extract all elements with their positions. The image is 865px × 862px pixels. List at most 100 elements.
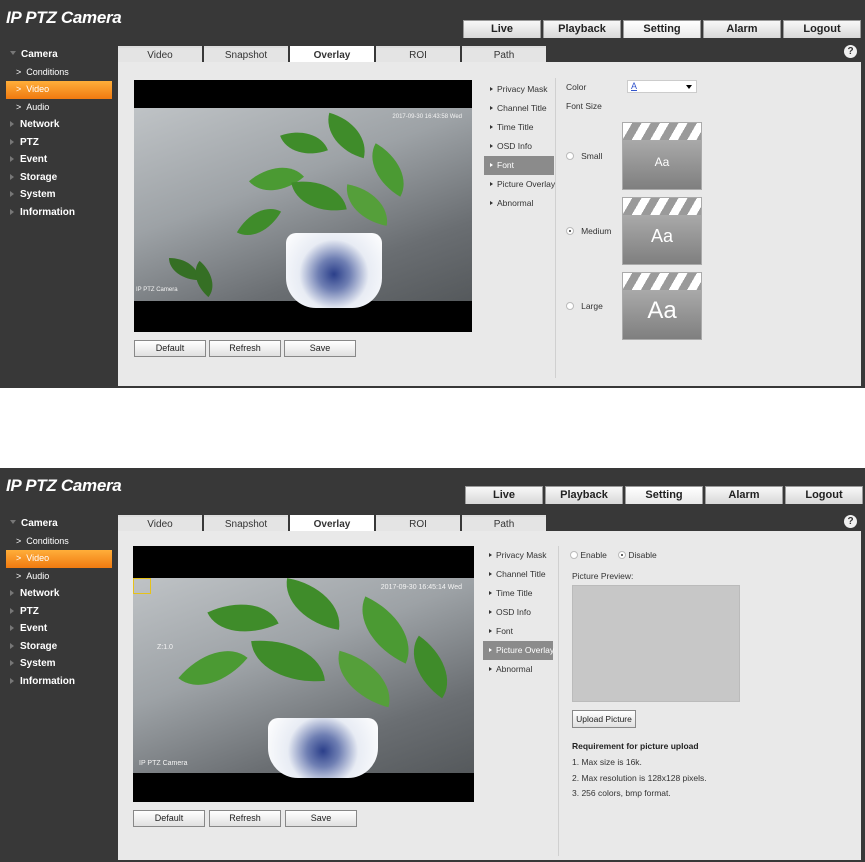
radio-disable[interactable] bbox=[618, 551, 626, 559]
menu-channel-title[interactable]: Channel Title bbox=[483, 565, 553, 584]
nav-playback[interactable]: Playback bbox=[543, 20, 621, 38]
color-value: A bbox=[631, 81, 638, 91]
tab-roi[interactable]: ROI bbox=[376, 46, 460, 62]
sidebar: Camera > Conditions > Video > Audio Network… bbox=[6, 46, 118, 221]
sidebar-item-information[interactable]: Information bbox=[6, 673, 118, 691]
sidebar-item-information[interactable]: Information bbox=[6, 204, 118, 222]
menu-abnormal[interactable]: Abnormal bbox=[484, 194, 554, 213]
sidebar-item-camera[interactable]: Camera bbox=[6, 515, 118, 533]
arrow-right-icon bbox=[490, 163, 493, 167]
sidebar-item-storage[interactable]: Storage bbox=[6, 169, 118, 187]
expand-icon bbox=[10, 208, 14, 215]
arrow-right-icon bbox=[490, 144, 493, 148]
sidebar-item-video[interactable]: > Video bbox=[6, 81, 112, 99]
sidebar-item-ptz[interactable]: PTZ bbox=[6, 134, 118, 152]
sidebar-item-conditions[interactable]: > Conditions bbox=[6, 533, 118, 551]
overlay-picture-box[interactable] bbox=[133, 578, 151, 594]
refresh-button[interactable]: Refresh bbox=[209, 340, 281, 357]
disable-option[interactable]: Disable bbox=[618, 550, 657, 560]
requirement-item: 2. Max resolution is 128x128 pixels. bbox=[572, 773, 707, 783]
save-button[interactable]: Save bbox=[284, 340, 356, 357]
video-preview[interactable]: 2017-09-30 16:45:14 Wed Z:1.0 IP PTZ Cam… bbox=[133, 546, 474, 802]
top-nav: Live Playback Setting Alarm Logout bbox=[463, 20, 863, 38]
default-button[interactable]: Default bbox=[134, 340, 206, 357]
save-button[interactable]: Save bbox=[285, 810, 357, 827]
menu-privacy-mask[interactable]: Privacy Mask bbox=[484, 80, 554, 99]
nav-playback[interactable]: Playback bbox=[545, 486, 623, 504]
tab-snapshot[interactable]: Snapshot bbox=[204, 515, 288, 531]
sidebar-item-storage[interactable]: Storage bbox=[6, 638, 118, 656]
size-small-option[interactable]: Small bbox=[566, 151, 602, 161]
sidebar-item-network[interactable]: Network bbox=[6, 585, 118, 603]
arrow-right-icon bbox=[489, 553, 492, 557]
sidebar-item-event[interactable]: Event bbox=[6, 151, 118, 169]
upload-picture-button[interactable]: Upload Picture bbox=[572, 710, 636, 728]
nav-live[interactable]: Live bbox=[465, 486, 543, 504]
expand-icon bbox=[10, 642, 14, 649]
tab-overlay[interactable]: Overlay bbox=[290, 46, 374, 62]
help-icon[interactable]: ? bbox=[844, 45, 857, 58]
sidebar-item-network[interactable]: Network bbox=[6, 116, 118, 134]
menu-osd-info[interactable]: OSD Info bbox=[484, 137, 554, 156]
tab-bar: Video Snapshot Overlay ROI Path bbox=[118, 46, 548, 62]
arrow-right-icon bbox=[489, 591, 492, 595]
tab-path[interactable]: Path bbox=[462, 515, 546, 531]
chevron-right-icon: > bbox=[16, 101, 22, 112]
nav-logout[interactable]: Logout bbox=[785, 486, 863, 504]
menu-channel-title[interactable]: Channel Title bbox=[484, 99, 554, 118]
nav-setting[interactable]: Setting bbox=[625, 486, 703, 504]
menu-time-title[interactable]: Time Title bbox=[483, 584, 553, 603]
sidebar-item-system[interactable]: System bbox=[6, 655, 118, 673]
sidebar-item-audio[interactable]: > Audio bbox=[6, 568, 118, 586]
tab-roi[interactable]: ROI bbox=[376, 515, 460, 531]
nav-alarm[interactable]: Alarm bbox=[705, 486, 783, 504]
small-plant-image bbox=[164, 248, 224, 303]
sidebar-item-video[interactable]: > Video bbox=[6, 550, 112, 568]
sidebar: Camera > Conditions > Video > Audio Network… bbox=[6, 515, 118, 690]
expand-icon bbox=[10, 607, 14, 614]
osd-zoom: Z:1.0 bbox=[157, 644, 173, 651]
tab-video[interactable]: Video bbox=[118, 515, 202, 531]
arrow-right-icon bbox=[489, 572, 492, 576]
sidebar-item-audio[interactable]: > Audio bbox=[6, 99, 118, 117]
refresh-button[interactable]: Refresh bbox=[209, 810, 281, 827]
tab-snapshot[interactable]: Snapshot bbox=[204, 46, 288, 62]
screenshot-picture-overlay: IP PTZ Camera Live Playback Setting Alar… bbox=[0, 468, 865, 862]
menu-font[interactable]: Font bbox=[483, 622, 553, 641]
radio-medium[interactable] bbox=[566, 227, 574, 235]
menu-time-title[interactable]: Time Title bbox=[484, 118, 554, 137]
sidebar-item-event[interactable]: Event bbox=[6, 620, 118, 638]
sidebar-item-conditions[interactable]: > Conditions bbox=[6, 64, 118, 82]
collapse-icon bbox=[10, 520, 16, 524]
arrow-right-icon bbox=[490, 201, 493, 205]
divider bbox=[558, 546, 559, 856]
tab-path[interactable]: Path bbox=[462, 46, 546, 62]
help-icon[interactable]: ? bbox=[844, 515, 857, 528]
radio-large[interactable] bbox=[566, 302, 574, 310]
menu-font[interactable]: Font bbox=[484, 156, 554, 175]
radio-small[interactable] bbox=[566, 152, 574, 160]
nav-setting[interactable]: Setting bbox=[623, 20, 701, 38]
radio-enable[interactable] bbox=[570, 551, 578, 559]
size-large-option[interactable]: Large bbox=[566, 301, 603, 311]
font-size-label: Font Size bbox=[566, 101, 602, 111]
sidebar-item-camera[interactable]: Camera bbox=[6, 46, 118, 64]
nav-alarm[interactable]: Alarm bbox=[703, 20, 781, 38]
sidebar-item-system[interactable]: System bbox=[6, 186, 118, 204]
size-medium-option[interactable]: Medium bbox=[566, 226, 611, 236]
sidebar-item-ptz[interactable]: PTZ bbox=[6, 603, 118, 621]
color-select[interactable]: A bbox=[627, 80, 697, 93]
top-nav: Live Playback Setting Alarm Logout bbox=[465, 486, 865, 504]
default-button[interactable]: Default bbox=[133, 810, 205, 827]
nav-logout[interactable]: Logout bbox=[783, 20, 861, 38]
nav-live[interactable]: Live bbox=[463, 20, 541, 38]
menu-abnormal[interactable]: Abnormal bbox=[483, 660, 553, 679]
menu-privacy-mask[interactable]: Privacy Mask bbox=[483, 546, 553, 565]
video-preview[interactable]: 2017-09-30 16:43:58 Wed IP PTZ Camera bbox=[134, 80, 472, 332]
menu-picture-overlay[interactable]: Picture Overlay bbox=[484, 175, 555, 194]
tab-overlay[interactable]: Overlay bbox=[290, 515, 374, 531]
tab-video[interactable]: Video bbox=[118, 46, 202, 62]
enable-option[interactable]: Enable bbox=[570, 550, 607, 560]
menu-picture-overlay[interactable]: Picture Overlay bbox=[483, 641, 554, 660]
menu-osd-info[interactable]: OSD Info bbox=[483, 603, 553, 622]
